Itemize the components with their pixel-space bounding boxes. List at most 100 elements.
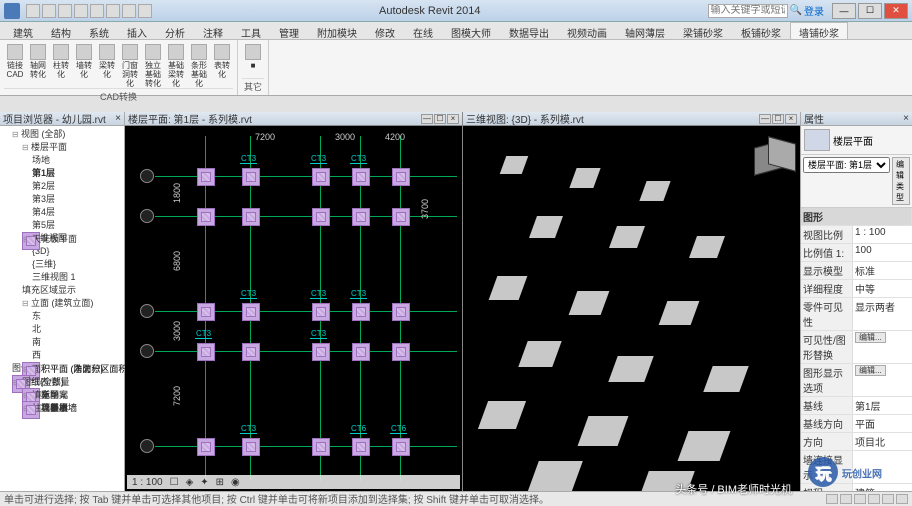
tab[interactable]: 板铺砂浆 [732, 22, 790, 39]
maximize-button[interactable]: ☐ [858, 3, 882, 19]
qat-btn[interactable] [42, 4, 56, 18]
prop-val[interactable]: 100 [853, 244, 912, 261]
status-icon[interactable] [868, 494, 880, 504]
prop-val[interactable]: 显示两者 [853, 298, 912, 330]
tab[interactable]: 管理 [270, 22, 308, 39]
qat-btn[interactable] [106, 4, 120, 18]
view-max-icon[interactable]: ☐ [772, 114, 784, 124]
instance-selector[interactable]: 楼层平面: 第1层 [803, 157, 890, 173]
prop-val[interactable]: 中等 [853, 280, 912, 297]
plan-canvas[interactable]: 7200 3000 4200 1800 6800 3000 7200 3700 … [125, 126, 462, 491]
tree-item[interactable]: 填充区域显示 [22, 284, 122, 297]
search-icon[interactable]: 🔍 [790, 5, 802, 16]
rbtn-grid[interactable]: 轴网转化 [27, 42, 49, 88]
tree-item-active[interactable]: 第1层 [32, 167, 122, 180]
panel-close-icon[interactable]: × [115, 113, 121, 124]
3d-canvas[interactable] [463, 126, 800, 491]
rbtn-table[interactable]: 表转化 [211, 42, 233, 88]
tree-item[interactable]: {3D} [32, 245, 122, 258]
tab[interactable]: 在线 [404, 22, 442, 39]
vc-icon[interactable]: ⊞ [214, 477, 226, 488]
view-max-icon[interactable]: ☐ [434, 114, 446, 124]
vc-icon[interactable]: ✦ [198, 477, 210, 488]
prop-val[interactable]: 平面 [853, 415, 912, 432]
rbtn-column[interactable]: 柱转化 [50, 42, 72, 88]
tab[interactable]: 图模大师 [442, 22, 500, 39]
prop-val[interactable] [853, 451, 912, 483]
tab[interactable]: 系统 [80, 22, 118, 39]
prop-val[interactable]: 建筑 [853, 484, 912, 491]
prop-val[interactable]: 1 : 100 [853, 226, 912, 243]
tab[interactable]: 注释 [194, 22, 232, 39]
view-close-icon[interactable]: × [785, 114, 797, 124]
vc-icon[interactable]: ◈ [184, 477, 196, 488]
qat-btn[interactable] [74, 4, 88, 18]
viewcube[interactable] [746, 132, 794, 180]
edit-button[interactable]: 编辑... [855, 365, 886, 376]
close-button[interactable]: ✕ [884, 3, 908, 19]
tab[interactable]: 梁铺砂浆 [674, 22, 732, 39]
tree-item[interactable]: {三维} [32, 258, 122, 271]
properties-list[interactable]: 图形 视图比例1 : 100 比例值 1:100 显示模型标准 详细程度中等 零… [801, 208, 912, 491]
rbtn-fnd2[interactable]: 基础梁转化 [165, 42, 187, 88]
status-icon[interactable] [882, 494, 894, 504]
status-icon[interactable] [854, 494, 866, 504]
tab[interactable]: 建筑 [4, 22, 42, 39]
browser-tree[interactable]: 视图 (全部) 楼层平面 场地 第1层 第2层 第3层 第4层 第5层 天花板平… [0, 126, 124, 491]
view-min-icon[interactable]: — [759, 114, 771, 124]
rbtn-other[interactable]: ■ [242, 42, 264, 78]
tree-item[interactable]: 柱 [22, 401, 40, 419]
tab[interactable]: 插入 [118, 22, 156, 39]
prop-val[interactable]: 标准 [853, 262, 912, 279]
tree-elev[interactable]: 立面 (建筑立面) [22, 297, 122, 310]
tree-item[interactable]: 南 [32, 336, 122, 349]
minimize-button[interactable]: — [832, 3, 856, 19]
tree-item[interactable]: 第5层 [32, 219, 122, 232]
tree-item[interactable]: 北 [32, 323, 122, 336]
edit-button[interactable]: 编辑... [855, 332, 886, 343]
tab[interactable]: 视频动画 [558, 22, 616, 39]
qat-btn[interactable] [138, 4, 152, 18]
qat-btn[interactable] [26, 4, 40, 18]
type-selector[interactable]: 楼层平面 [801, 126, 912, 155]
tree-item[interactable]: 第3层 [32, 193, 122, 206]
view-min-icon[interactable]: — [421, 114, 433, 124]
rbtn-door[interactable]: 门窗洞转化 [119, 42, 141, 88]
login-link[interactable]: 登录 [804, 3, 824, 18]
rbtn-fnd1[interactable]: 独立基础转化 [142, 42, 164, 88]
view-close-icon[interactable]: × [447, 114, 459, 124]
vc-icon[interactable]: ◉ [229, 477, 242, 488]
tree-root[interactable]: 视图 (全部) [12, 128, 122, 141]
rbtn-beam[interactable]: 梁转化 [96, 42, 118, 88]
tree-item[interactable]: 第4层 [32, 206, 122, 219]
tab[interactable]: 分析 [156, 22, 194, 39]
tree-item[interactable]: 三维视图 1 [32, 271, 122, 284]
search-input[interactable] [708, 4, 788, 18]
edit-type-button[interactable]: 编辑类型 [892, 157, 910, 205]
rbtn-fnd3[interactable]: 条形基础化 [188, 42, 210, 88]
prop-val[interactable]: 项目北 [853, 433, 912, 450]
tree-item[interactable]: 东 [32, 310, 122, 323]
tree-ceiling[interactable]: 天花板平面 [22, 232, 40, 250]
status-icon[interactable] [826, 494, 838, 504]
rbtn-wall[interactable]: 墙转化 [73, 42, 95, 88]
qat-btn[interactable] [90, 4, 104, 18]
tree-item[interactable]: 西 [32, 349, 122, 362]
tab[interactable]: 附加模块 [308, 22, 366, 39]
prop-val[interactable]: 第1层 [853, 397, 912, 414]
tree-item[interactable]: 场地 [32, 154, 122, 167]
tab[interactable]: 数据导出 [500, 22, 558, 39]
panel-close-icon[interactable]: × [903, 113, 909, 124]
tab-active[interactable]: 墙铺砂浆 [790, 22, 848, 39]
tab[interactable]: 修改 [366, 22, 404, 39]
qat-btn[interactable] [122, 4, 136, 18]
status-icon[interactable] [896, 494, 908, 504]
tab[interactable]: 结构 [42, 22, 80, 39]
rbtn-linkcad[interactable]: 链接CAD [4, 42, 26, 88]
qat-btn[interactable] [58, 4, 72, 18]
vc-icon[interactable]: ☐ [168, 477, 181, 488]
tree-item[interactable]: 第2层 [32, 180, 122, 193]
scale-display[interactable]: 1 : 100 [130, 477, 165, 488]
tree-floorplans[interactable]: 楼层平面 [22, 141, 122, 154]
tab[interactable]: 轴网薄层 [616, 22, 674, 39]
